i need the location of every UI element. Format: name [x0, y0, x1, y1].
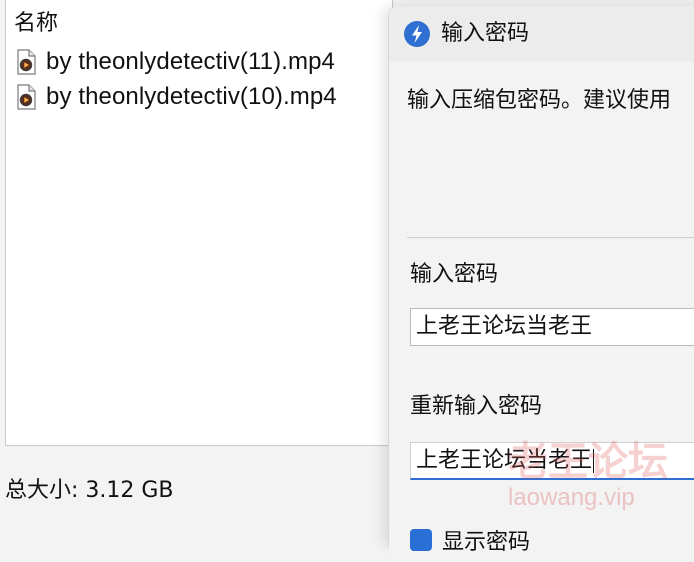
password-label: 输入密码: [410, 262, 499, 287]
file-list-item[interactable]: by theonlydetectiv(10).mp4: [14, 82, 337, 112]
dialog-description: 输入压缩包密码。建议使用: [407, 88, 672, 113]
total-size-label: 总大小: 3.12 GB: [5, 478, 174, 503]
video-file-icon: [17, 84, 36, 110]
file-list-panel: 名称 by theonlydetectiv(11).mp4 by theonly…: [5, 0, 393, 446]
password-input[interactable]: 上老王论坛当老王: [410, 308, 694, 346]
file-name: by theonlydetectiv(10).mp4: [46, 83, 337, 110]
video-file-icon: [17, 49, 36, 75]
reenter-password-input[interactable]: 上老王论坛当老王: [410, 442, 694, 480]
show-password-checkbox-row[interactable]: 显示密码: [410, 524, 530, 556]
dialog-title-bar[interactable]: 输入密码: [389, 6, 694, 62]
file-list-item[interactable]: by theonlydetectiv(11).mp4: [14, 47, 335, 77]
dialog-title: 输入密码: [441, 21, 530, 46]
winrar-bolt-icon: [404, 21, 430, 47]
password-dialog: 输入密码 输入压缩包密码。建议使用 输入密码 上老王论坛当老王 重新输入密码 上…: [388, 6, 694, 562]
show-password-checkbox[interactable]: [410, 529, 432, 551]
divider: [407, 237, 694, 238]
file-name: by theonlydetectiv(11).mp4: [46, 48, 335, 75]
text-caret: [593, 449, 595, 473]
column-header-name[interactable]: 名称: [14, 10, 58, 38]
show-password-label: 显示密码: [442, 530, 531, 555]
reenter-password-label: 重新输入密码: [410, 394, 543, 419]
reenter-password-value: 上老王论坛当老王: [416, 448, 593, 473]
dialog-body: 输入压缩包密码。建议使用 输入密码 上老王论坛当老王 重新输入密码 上老王论坛当…: [389, 62, 694, 562]
